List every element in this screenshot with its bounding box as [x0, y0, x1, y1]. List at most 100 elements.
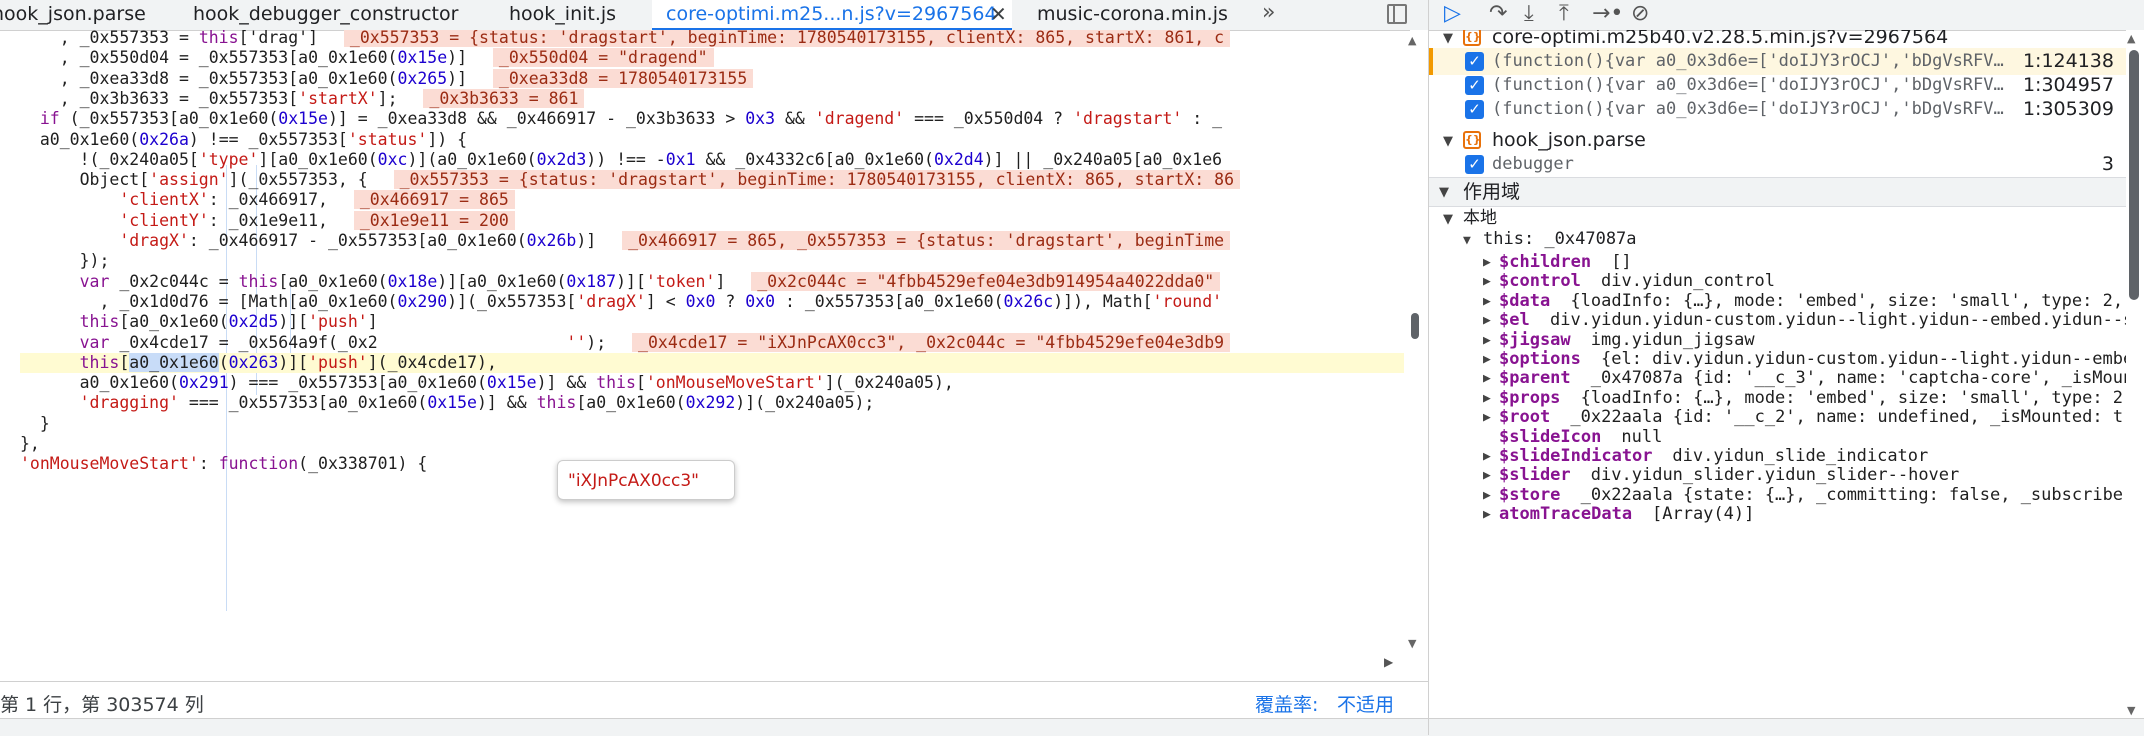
editor-scroll-thumb[interactable] [1411, 313, 1419, 339]
checkbox-checked-icon[interactable]: ✓ [1465, 100, 1484, 119]
step-icon[interactable]: →• [1592, 0, 1623, 29]
step-over-icon[interactable]: ↷ [1489, 0, 1507, 29]
code-line[interactable]: var _0x2c044c = this[a0_0x1e60(0x18e)][a… [20, 271, 1410, 292]
scope-property[interactable]: ▶ $el div.yidun.yidun-custom.yidun--light.… [1429, 310, 2126, 330]
scope-property[interactable]: ▶ $jigsaw img.yidun_jigsaw [1429, 330, 2126, 350]
code-line[interactable]: , _0xea33d8 = _0x557353[a0_0x1e60(0x265)… [20, 68, 1410, 89]
code-token: 0x187 [566, 271, 617, 291]
scope-property[interactable]: ▶ $options {el: div.yidun.yidun-custom.yid… [1429, 349, 2126, 369]
scroll-down-icon[interactable]: ▼ [2127, 704, 2135, 717]
code-token: 0x2d5 [228, 312, 279, 332]
tab-hook-json-parse[interactable]: hook_json.parse [0, 0, 146, 30]
chevron-right-icon[interactable]: ▶ [1483, 486, 1491, 505]
scope-property[interactable]: ▶ $slideIndicator div.yidun_slide_indicato… [1429, 446, 2126, 466]
scope-property[interactable]: ▶ atomTraceData [Array(4)] [1429, 504, 2126, 524]
breakpoint-item[interactable]: ✓ (function(){var a0_0x3d6e=['doIJY3rOCJ… [1429, 48, 2126, 75]
scope-property[interactable]: ▶ $root _0x22aala {id: '__c_2', name: unde… [1429, 407, 2126, 428]
deactivate-breakpoints-icon[interactable]: ⊘ [1631, 0, 1649, 29]
breakpoint-file-header[interactable]: ▼ {} hook_json.parse [1429, 127, 2126, 154]
code-line[interactable]: , _0x557353 = this['drag'] _0x557353 = {… [20, 30, 1410, 48]
code-token: 0x1 [665, 149, 696, 169]
code-line[interactable]: var _0x4cde17 = _0x564a9f(_0x2 ''); _0x4… [20, 332, 1410, 353]
scope-property[interactable]: ▶ $parent _0x47087a {id: '__c_3', name: 'c… [1429, 368, 2126, 388]
chevron-right-icon[interactable]: ▶ [1483, 389, 1491, 408]
chevron-right-icon[interactable]: ▶ [1483, 369, 1491, 388]
code-line[interactable]: 'dragX': _0x466917 - _0x557353[a0_0x1e60… [20, 231, 1410, 251]
bottom-drawer-strip [0, 718, 2144, 736]
more-tabs-icon[interactable]: » [1262, 0, 1275, 26]
code-line[interactable]: if (_0x557353[a0_0x1e60(0x15e)] = _0xea3… [20, 109, 1410, 129]
scope-section-header[interactable]: ▼ 作用域 [1429, 177, 2126, 207]
scope-property[interactable]: ▶ $control div.yidun_control [1429, 271, 2126, 291]
tab-hook-init[interactable]: hook_init.js [509, 0, 616, 30]
chevron-right-icon[interactable]: ▶ [1483, 408, 1491, 427]
editor-scrollbar[interactable] [1410, 30, 1428, 680]
code-token: 'push' [308, 312, 368, 332]
toggle-sidebar-icon[interactable] [1387, 4, 1407, 24]
code-editor[interactable]: , _0x557353 = this['drag'] _0x557353 = {… [0, 30, 1410, 680]
code-line[interactable]: , _0x1d0d76 = [Math[a0_0x1e60(0x290)](_0… [20, 292, 1410, 312]
tab-music-corona[interactable]: music-corona.min.js [1037, 0, 1228, 30]
step-into-icon[interactable]: ⤓ [1524, 0, 1534, 29]
scroll-up-icon[interactable]: ▲ [2127, 32, 2135, 45]
code-line[interactable]: !(_0x240a05['type'][a0_0x1e60(0xc)](a0_0… [20, 150, 1410, 170]
code-line[interactable]: 'dragging' === _0x557353[a0_0x1e60(0x15e… [20, 393, 1410, 413]
scope-property[interactable]: ▶ $data {loadInfo: {…}, mode: 'embed', siz… [1429, 291, 2126, 311]
chevron-right-icon[interactable]: ▶ [1483, 331, 1491, 350]
scope-property[interactable]: ▶ $props {loadInfo: {…}, mode: 'embed', si… [1429, 388, 2126, 408]
checkbox-checked-icon[interactable]: ✓ [1465, 52, 1484, 71]
chevron-right-icon[interactable]: ▶ [1483, 466, 1491, 485]
scope-property[interactable]: ▶ $store _0x22aala {state: {…}, _committin… [1429, 485, 2126, 505]
scroll-down-icon[interactable]: ▼ [1408, 637, 1416, 650]
scope-this[interactable]: ▼ this: _0x47087a [1429, 226, 2126, 253]
code-line[interactable]: a0_0x1e60(0x26a) !== _0x557353['status']… [20, 130, 1410, 150]
code-line[interactable]: 'clientX': _0x466917, _0x466917 = 865 [20, 190, 1410, 210]
scope-property[interactable]: $slideIcon null [1429, 427, 2126, 447]
breakpoint-item[interactable]: ✓ (function(){var a0_0x3d6e=['doIJY3rOCJ… [1429, 96, 2126, 123]
code-line[interactable]: 'clientY': _0x1e9e11, _0x1e9e11 = 200 [20, 210, 1410, 231]
close-tab-icon[interactable]: ✕ [990, 0, 1007, 28]
code-token: function [218, 454, 299, 474]
scope-property[interactable]: ▶ $slider div.yidun_slider.yidun_slider--h… [1429, 465, 2126, 486]
code-line[interactable]: a0_0x1e60(0x291) === _0x557353[a0_0x1e60… [20, 373, 1410, 393]
code-line[interactable]: }, [20, 434, 1410, 454]
breakpoint-item[interactable]: ✓ debugger 3 [1429, 151, 2126, 178]
code-token: )] [447, 48, 487, 68]
chevron-right-icon[interactable]: ▶ [1483, 253, 1491, 272]
code-line[interactable]: this[a0_0x1e60(0x2d5)]['push'] [20, 312, 1410, 332]
sidebar-scroll-thumb[interactable] [2129, 50, 2139, 300]
code-token: !(_0x240a05[ [20, 149, 199, 169]
tab-hook-debugger-constructor[interactable]: hook_debugger_constructor [193, 0, 458, 30]
chevron-right-icon[interactable]: ▶ [1483, 311, 1491, 330]
scroll-up-icon[interactable]: ▲ [1408, 34, 1416, 47]
code-line[interactable]: } [20, 414, 1410, 434]
cursor-position: 第 1 行，第 303574 列 [0, 694, 204, 716]
code-line[interactable]: Object['assign'](_0x557353, { _0x557353 … [20, 170, 1410, 190]
scope-property-value: _0x22aala {id: '__c_2', name: undefined,… [1570, 407, 2126, 428]
checkbox-checked-icon[interactable]: ✓ [1465, 76, 1484, 95]
code-line[interactable]: }); [20, 251, 1410, 271]
chevron-right-icon[interactable]: ▶ [1483, 447, 1491, 466]
code-line[interactable]: , _0x550d04 = _0x557353[a0_0x1e60(0x15e)… [20, 48, 1410, 68]
tab-core-optimi[interactable]: core-optimi.m25...n.js?v=2967564 [652, 0, 1012, 30]
code-token: === _0x550d04 ? [904, 109, 1074, 129]
status-bar: 第 1 行，第 303574 列 覆盖率: 不适用 [0, 681, 1428, 718]
scope-property-value: div.yidun_slider.yidun_slider--hover [1590, 465, 1960, 486]
chevron-right-icon[interactable]: ▶ [1483, 505, 1491, 524]
chevron-right-icon[interactable]: ▶ [1483, 350, 1491, 369]
code-token: )] [447, 68, 487, 88]
coverage-link[interactable]: 不适用 [1337, 690, 1394, 717]
resume-icon[interactable]: ▷ [1444, 0, 1461, 29]
inline-value: _0xea33d8 = 1780540173155 [492, 68, 754, 88]
checkbox-checked-icon[interactable]: ✓ [1465, 155, 1484, 174]
breakpoint-item[interactable]: ✓ (function(){var a0_0x3d6e=['doIJY3rOCJ… [1429, 72, 2126, 99]
code-token: )][ [616, 271, 646, 291]
current-execution-line[interactable]: this[a0_0x1e60(0x263)]['push'](_0x4cde17… [20, 352, 1404, 374]
step-out-icon[interactable]: ⤒ [1559, 0, 1569, 29]
chevron-right-icon[interactable]: ▶ [1483, 292, 1491, 311]
scroll-right-icon[interactable]: ▶ [1384, 655, 1393, 669]
code-line[interactable]: , _0x3b3633 = _0x557353['startX']; _0x3b… [20, 88, 1410, 109]
scope-property[interactable]: ▶ $children [] [1429, 252, 2126, 272]
chevron-right-icon[interactable]: ▶ [1483, 272, 1491, 291]
